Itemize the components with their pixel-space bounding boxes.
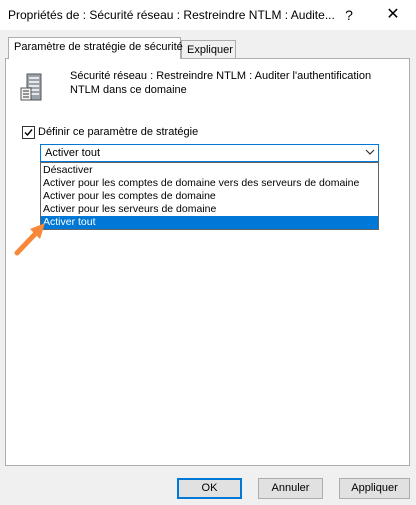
help-button[interactable]: ? [338,4,360,26]
window-title: Propriétés de : Sécurité réseau : Restre… [8,8,335,22]
option-activer-tout[interactable]: Activer tout [41,216,378,229]
tab-explain[interactable]: Expliquer [181,40,236,59]
policy-description: Sécurité réseau : Restreindre NTLM : Aud… [70,70,372,96]
title-bar: Propriétés de : Sécurité réseau : Restre… [0,0,416,30]
server-policy-icon [20,73,48,101]
tab-label: Expliquer [187,44,233,56]
option-comptes-domaine[interactable]: Activer pour les comptes de domaine [41,190,378,203]
option-comptes-vers-serveurs[interactable]: Activer pour les comptes de domaine vers… [41,177,378,190]
chevron-down-icon [365,149,375,155]
option-desactiver[interactable]: Désactiver [41,164,378,177]
orange-arrow-icon [14,223,45,256]
tab-panel [5,58,410,466]
close-button[interactable]: ✕ [382,4,404,26]
option-serveurs-domaine[interactable]: Activer pour les serveurs de domaine [41,203,378,216]
define-setting-checkbox[interactable] [22,126,35,139]
select-dropdown-list: Désactiver Activer pour les comptes de d… [40,162,379,230]
define-setting-label[interactable]: Définir ce paramètre de stratégie [38,126,198,138]
select-value: Activer tout [45,147,101,159]
policy-select[interactable]: Activer tout [40,144,379,162]
checkmark-icon [24,129,33,137]
cancel-button[interactable]: Annuler [258,478,323,499]
ok-button[interactable]: OK [177,478,242,499]
tab-label: Paramètre de stratégie de sécurité [14,41,183,53]
tab-security-setting[interactable]: Paramètre de stratégie de sécurité [8,37,183,59]
apply-button[interactable]: Appliquer [339,478,410,499]
